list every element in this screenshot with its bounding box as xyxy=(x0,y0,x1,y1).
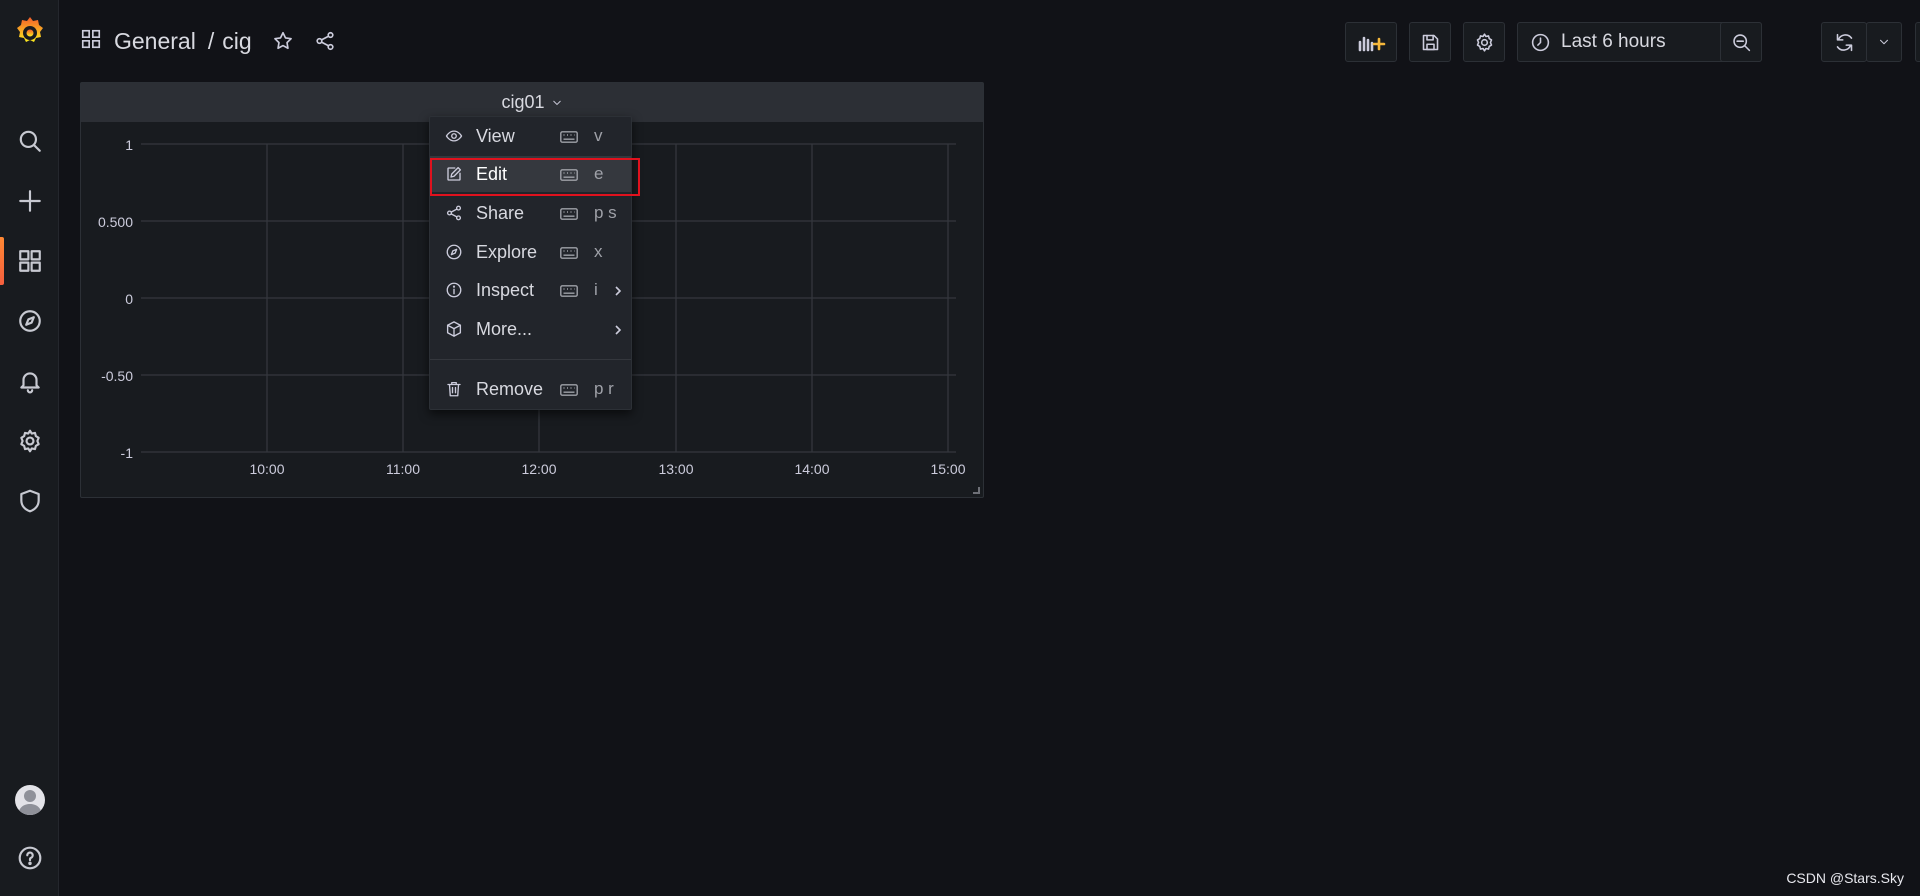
menu-item-more[interactable]: More... xyxy=(430,311,631,347)
sidebar-item-create[interactable] xyxy=(0,177,59,225)
eye-icon xyxy=(445,127,463,145)
keyboard-icon xyxy=(560,383,578,396)
add-panel-icon xyxy=(1358,36,1386,52)
breadcrumb-dashboard[interactable]: cig xyxy=(222,28,251,55)
breadcrumb-separator: / xyxy=(207,27,215,54)
gear-icon xyxy=(1476,32,1492,52)
x-tick-label: 12:00 xyxy=(521,461,556,477)
menu-item-label: Remove xyxy=(476,378,544,399)
keyboard-icon xyxy=(560,207,578,220)
y-tick-label: 0.500 xyxy=(98,214,133,230)
y-tick-label: 0 xyxy=(125,291,133,307)
highlight-annotation-box xyxy=(430,158,640,196)
keyboard-icon xyxy=(560,246,578,259)
keyboard-icon xyxy=(560,130,578,143)
avatar[interactable] xyxy=(15,785,45,815)
menu-item-shortcut: p s xyxy=(594,203,617,222)
kiosk-mode-button[interactable] xyxy=(1915,22,1920,62)
resize-handle[interactable] xyxy=(973,487,980,494)
breadcrumb-folder[interactable]: General xyxy=(114,28,196,55)
x-tick-label: 10:00 xyxy=(249,461,284,477)
menu-item-label: Explore xyxy=(476,241,538,262)
star-icon xyxy=(273,31,292,50)
menu-divider xyxy=(430,359,631,360)
menu-item-label: View xyxy=(476,125,515,146)
x-tick-label: 14:00 xyxy=(794,461,829,477)
sidebar-item-configuration[interactable] xyxy=(0,417,59,465)
cube-icon xyxy=(445,320,463,338)
compass-icon xyxy=(445,243,463,261)
sidebar-item-server-admin[interactable] xyxy=(0,477,59,525)
menu-item-shortcut: v xyxy=(594,126,603,145)
save-dashboard-button[interactable] xyxy=(1409,22,1451,62)
menu-item-shortcut: x xyxy=(594,242,603,261)
sidebar-item-search[interactable] xyxy=(0,117,59,165)
menu-item-label: Share xyxy=(476,202,525,223)
zoom-out-button[interactable] xyxy=(1720,22,1762,62)
info-icon xyxy=(445,281,463,299)
y-tick-label: 1 xyxy=(125,137,133,153)
chevron-down-icon xyxy=(551,97,563,109)
sidebar-item-explore[interactable] xyxy=(0,297,59,345)
gear-icon xyxy=(19,429,40,453)
sidebar xyxy=(0,0,59,896)
menu-item-view[interactable]: View v xyxy=(430,118,631,154)
menu-item-shortcut: p r xyxy=(594,379,614,398)
sidebar-item-dashboards[interactable] xyxy=(0,237,59,285)
x-tick-label: 13:00 xyxy=(658,461,693,477)
menu-item-label: Inspect xyxy=(476,279,535,300)
shield-icon xyxy=(19,489,40,513)
refresh-icon xyxy=(1836,33,1852,51)
compass-icon xyxy=(18,310,41,332)
breadcrumb: General / cig xyxy=(80,24,336,58)
y-tick-label: -0.50 xyxy=(101,368,133,384)
dashboard-header: General / cig Last 6 hours xyxy=(60,0,1920,82)
menu-item-explore[interactable]: Explore x xyxy=(430,234,631,270)
add-panel-button[interactable] xyxy=(1345,22,1397,62)
zoom-out-icon xyxy=(1732,33,1750,51)
chevron-down-icon xyxy=(1879,39,1889,45)
x-tick-label: 15:00 xyxy=(930,461,965,477)
share-dashboard-button[interactable] xyxy=(314,30,336,52)
menu-item-shortcut: i xyxy=(594,280,598,299)
apps-icon xyxy=(80,28,102,55)
trash-icon xyxy=(445,380,463,398)
save-icon xyxy=(1422,34,1438,50)
sidebar-item-help[interactable] xyxy=(0,834,59,882)
dashboard-settings-button[interactable] xyxy=(1463,22,1505,62)
menu-item-inspect[interactable]: Inspect i xyxy=(430,272,631,308)
sidebar-item-alerting[interactable] xyxy=(0,357,59,405)
apps-icon xyxy=(18,250,41,272)
refresh-interval-dropdown[interactable] xyxy=(1866,22,1902,62)
chevron-right-icon xyxy=(613,323,623,335)
star-button[interactable] xyxy=(272,30,294,52)
menu-item-share[interactable]: Share p s xyxy=(430,195,631,231)
chevron-right-icon xyxy=(613,284,623,296)
grafana-logo-icon[interactable] xyxy=(12,14,48,50)
clock-icon xyxy=(1531,33,1550,51)
x-tick-label: 11:00 xyxy=(386,461,420,477)
share-icon xyxy=(316,31,334,51)
plus-icon xyxy=(18,190,41,212)
keyboard-icon xyxy=(560,284,578,297)
watermark: CSDN @Stars.Sky xyxy=(1786,870,1904,886)
y-tick-label: -1 xyxy=(121,445,134,461)
panel-title[interactable]: cig01 xyxy=(501,92,544,113)
question-icon xyxy=(18,846,41,870)
bell-icon xyxy=(19,372,40,394)
menu-item-remove[interactable]: Remove p r xyxy=(430,371,631,407)
search-icon xyxy=(19,130,41,152)
menu-item-label: More... xyxy=(476,318,533,339)
refresh-button[interactable] xyxy=(1821,22,1867,62)
time-range-label: Last 6 hours xyxy=(1561,31,1666,52)
share-icon xyxy=(445,204,463,222)
